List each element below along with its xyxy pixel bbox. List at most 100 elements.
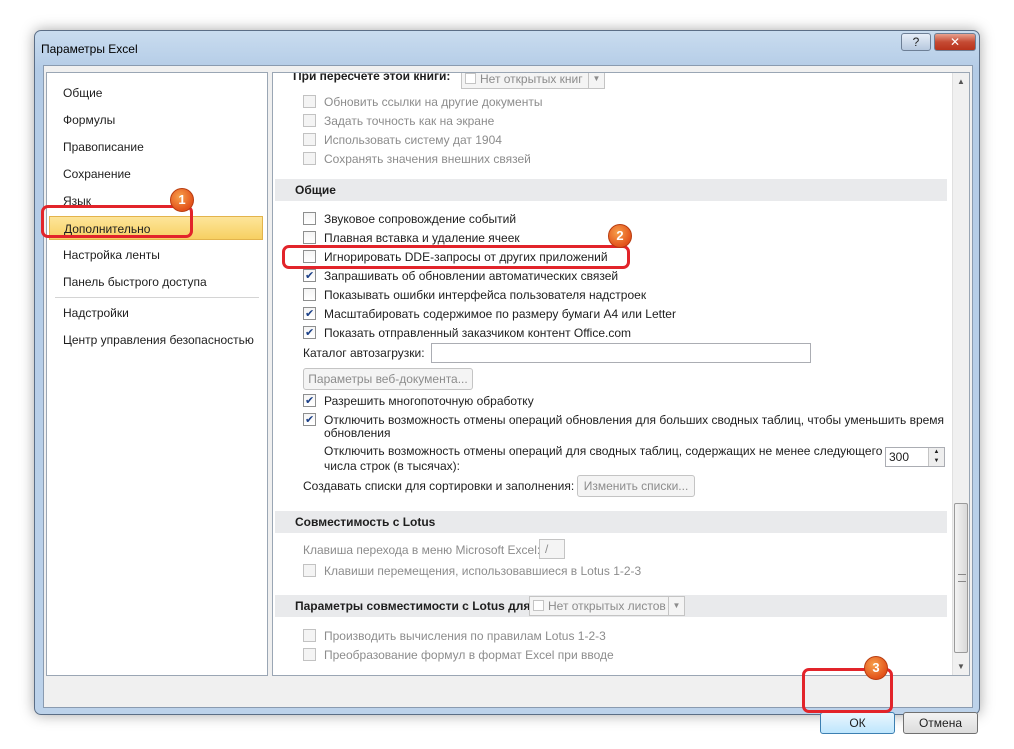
precision-option[interactable]: Задать точность как на экране [303, 112, 494, 130]
scroll-down-icon[interactable]: ▼ [953, 658, 969, 675]
lotus-compat-sheet-combo[interactable]: Нет открытых листов ▼ [529, 596, 685, 616]
nav-item-trust-center[interactable]: Центр управления безопасностью [49, 328, 263, 352]
addin-errors-checkbox[interactable] [303, 288, 316, 301]
scrollbar-thumb[interactable] [954, 503, 968, 653]
excel-options-dialog: Параметры Excel ? ✕ Общие Формулы Правоп… [34, 30, 980, 734]
lotus-calc-label: Производить вычисления по правилам Lotus… [324, 629, 606, 643]
date-1904-option[interactable]: Использовать систему дат 1904 [303, 131, 502, 149]
lotus-formula-label: Преобразование формул в формат Excel при… [324, 648, 614, 662]
startup-folder-label: Каталог автозагрузки: [303, 346, 425, 360]
startup-folder-input[interactable] [431, 343, 811, 363]
scroll-up-icon[interactable]: ▲ [953, 73, 969, 90]
lotus-formula-option[interactable]: Преобразование формул в формат Excel при… [303, 646, 614, 664]
advanced-options-panel: При пересчете этой книги: Нет открытых к… [272, 72, 970, 676]
multithread-label: Разрешить многопоточную обработку [324, 394, 534, 408]
undo-large-pivot-label-cont: обновления [324, 426, 391, 440]
update-links-checkbox[interactable] [303, 95, 316, 108]
multithread-checkbox[interactable] [303, 392, 316, 410]
sound-feedback-checkbox[interactable] [303, 212, 316, 225]
precision-label: Задать точность как на экране [324, 114, 495, 128]
lotus-compat-combo-value: Нет открытых листов [548, 599, 666, 613]
ask-update-links-checkbox[interactable] [303, 267, 316, 285]
scroll-grip-icon [958, 574, 966, 582]
undo-large-pivot-checkbox[interactable] [303, 411, 316, 429]
options-nav: Общие Формулы Правописание Сохранение Яз… [46, 72, 268, 676]
undo-rows-spinner[interactable]: 300 ▲ ▼ [885, 447, 945, 467]
cancel-button[interactable]: Отмена [903, 712, 978, 734]
nav-item-formulas[interactable]: Формулы [49, 108, 263, 132]
nav-item-proofing[interactable]: Правописание [49, 135, 263, 159]
animation-label: Плавная вставка и удаление ячеек [324, 231, 520, 245]
update-links-option[interactable]: Обновить ссылки на другие документы [303, 93, 542, 111]
lotus-nav-keys-label: Клавиши перемещения, использовавшиеся в … [324, 564, 642, 578]
nav-item-quick-access-toolbar[interactable]: Панель быстрого доступа [49, 270, 263, 294]
addin-errors-label: Показывать ошибки интерфейса пользовател… [324, 288, 647, 302]
sheet-icon [533, 600, 544, 611]
dialog-client-area: Общие Формулы Правописание Сохранение Яз… [43, 65, 978, 734]
annotation-box-advanced [41, 205, 193, 238]
ask-update-links-label: Запрашивать об обновлении автоматических… [324, 269, 619, 283]
undo-rows-label-cont: числа строк (в тысячах): [324, 459, 460, 473]
annotation-box-dde [282, 245, 630, 269]
precision-checkbox[interactable] [303, 114, 316, 127]
close-icon: ✕ [949, 35, 961, 49]
edit-custom-lists-button[interactable]: Изменить списки... [577, 475, 695, 497]
lotus-compat-header-label: Параметры совместимости с Lotus для: [295, 599, 535, 613]
lotus-section-header: Совместимость с Lotus [275, 511, 947, 533]
web-options-button[interactable]: Параметры веб-документа... [303, 368, 473, 390]
spin-up-icon[interactable]: ▲ [928, 448, 944, 457]
nav-item-customize-ribbon[interactable]: Настройка ленты [49, 243, 263, 267]
chevron-down-icon: ▼ [668, 597, 684, 615]
office-content-option[interactable]: Показать отправленный заказчиком контент… [303, 324, 631, 342]
annotation-badge-2: 2 [608, 224, 632, 248]
save-external-values-checkbox[interactable] [303, 152, 316, 165]
lotus-formula-checkbox[interactable] [303, 648, 316, 661]
help-button[interactable]: ? [901, 33, 931, 51]
nav-item-general[interactable]: Общие [49, 81, 263, 105]
chevron-down-icon: ▼ [588, 73, 604, 88]
recalc-workbook-label: При пересчете этой книги: [293, 72, 451, 83]
spin-down-icon[interactable]: ▼ [928, 457, 944, 466]
scale-paper-checkbox[interactable] [303, 305, 316, 323]
nav-item-save[interactable]: Сохранение [49, 162, 263, 186]
undo-rows-label: Отключить возможность отмены операций дл… [324, 444, 883, 458]
undo-large-pivot-label: Отключить возможность отмены операций об… [324, 413, 945, 427]
general-section-header: Общие [275, 179, 947, 201]
ok-button[interactable]: ОК [820, 712, 895, 734]
date-1904-checkbox[interactable] [303, 133, 316, 146]
recalc-workbook-combo[interactable]: Нет открытых книг ▼ [461, 72, 605, 89]
custom-lists-label: Создавать списки для сортировки и заполн… [303, 479, 575, 493]
lotus-nav-keys-checkbox[interactable] [303, 564, 316, 577]
animation-checkbox[interactable] [303, 231, 316, 244]
annotation-badge-1: 1 [170, 188, 194, 212]
scale-paper-option[interactable]: Масштабировать содержимое по размеру бум… [303, 305, 676, 323]
undo-large-pivot-option[interactable]: Отключить возможность отмены операций об… [303, 411, 944, 429]
sound-feedback-label: Звуковое сопровождение событий [324, 212, 517, 226]
addin-errors-option[interactable]: Показывать ошибки интерфейса пользовател… [303, 286, 646, 304]
update-links-label: Обновить ссылки на другие документы [324, 95, 543, 109]
sound-feedback-option[interactable]: Звуковое сопровождение событий [303, 210, 516, 228]
save-external-values-label: Сохранять значения внешних связей [324, 152, 531, 166]
dialog-title: Параметры Excel [41, 42, 138, 56]
ask-update-links-option[interactable]: Запрашивать об обновлении автоматических… [303, 267, 618, 285]
scale-paper-label: Масштабировать содержимое по размеру бум… [324, 307, 676, 321]
office-content-checkbox[interactable] [303, 324, 316, 342]
multithread-option[interactable]: Разрешить многопоточную обработку [303, 392, 534, 410]
workbook-icon [465, 73, 476, 84]
lotus-calc-checkbox[interactable] [303, 629, 316, 642]
lotus-nav-keys-option[interactable]: Клавиши перемещения, использовавшиеся в … [303, 562, 641, 580]
undo-rows-value: 300 [889, 450, 910, 464]
lotus-calc-option[interactable]: Производить вычисления по правилам Lotus… [303, 627, 606, 645]
menu-key-input[interactable]: / [539, 539, 565, 559]
save-external-values-option[interactable]: Сохранять значения внешних связей [303, 150, 531, 168]
recalc-workbook-combo-value: Нет открытых книг [480, 72, 583, 86]
menu-key-label: Клавиша перехода в меню Microsoft Excel: [303, 543, 541, 557]
nav-divider [55, 297, 259, 298]
date-1904-label: Использовать систему дат 1904 [324, 133, 502, 147]
office-content-label: Показать отправленный заказчиком контент… [324, 326, 632, 340]
annotation-badge-3: 3 [864, 656, 888, 680]
nav-item-add-ins[interactable]: Надстройки [49, 301, 263, 325]
content-scrollbar[interactable]: ▲ ▼ [952, 73, 969, 675]
help-icon: ? [912, 35, 920, 49]
close-button[interactable]: ✕ [934, 33, 976, 51]
